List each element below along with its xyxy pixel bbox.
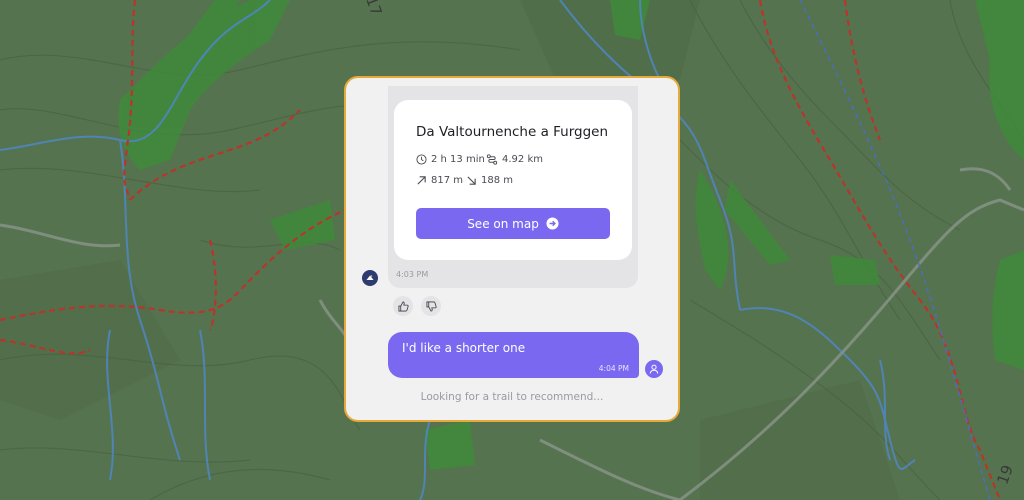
duration-value: 2 h 13 min	[431, 154, 485, 165]
see-on-map-button[interactable]: See on map	[416, 208, 610, 239]
arrow-down-right-icon	[467, 176, 476, 185]
descent-value: 188 m	[481, 175, 514, 186]
user-avatar	[645, 360, 663, 378]
ascent-value: 817 m	[431, 175, 464, 186]
thumbs-up-icon	[398, 301, 409, 311]
status-text: Looking for a trail to recommend...	[420, 391, 604, 403]
thumbs-down-icon	[426, 301, 437, 311]
duration-stat: 2 h 13 min	[416, 154, 485, 165]
see-on-map-label: See on map	[467, 216, 539, 231]
arrow-up-right-icon	[417, 176, 426, 185]
user-message-bubble: I'd like a shorter one 4:04 PM	[388, 332, 639, 378]
distance-value: 4.92 km	[502, 154, 543, 165]
trail-title: Da Valtournenche a Furggen	[416, 124, 609, 140]
dislike-button[interactable]	[421, 296, 441, 316]
bot-avatar-icon	[366, 275, 374, 280]
map-background[interactable]: 17 19 Da Valtournenche a Furggen 2 h 13 …	[0, 0, 1024, 500]
bot-message-time: 4:03 PM	[396, 270, 429, 279]
distance-stat: 4.92 km	[486, 154, 543, 165]
trail-card: Da Valtournenche a Furggen 2 h 13 min 4.…	[394, 100, 632, 260]
bot-avatar	[362, 270, 378, 286]
chat-panel: Da Valtournenche a Furggen 2 h 13 min 4.…	[344, 76, 680, 422]
clock-icon	[416, 154, 427, 165]
user-message-text: I'd like a shorter one	[402, 341, 526, 355]
bot-message-bubble: Da Valtournenche a Furggen 2 h 13 min 4.…	[388, 86, 638, 288]
arrow-right-circle-icon	[546, 217, 559, 230]
like-button[interactable]	[393, 296, 413, 316]
ascent-stat: 817 m	[416, 175, 463, 186]
route-icon	[486, 154, 498, 165]
descent-stat: 188 m	[466, 175, 513, 186]
user-message-time: 4:04 PM	[598, 364, 629, 373]
user-icon	[649, 364, 659, 374]
